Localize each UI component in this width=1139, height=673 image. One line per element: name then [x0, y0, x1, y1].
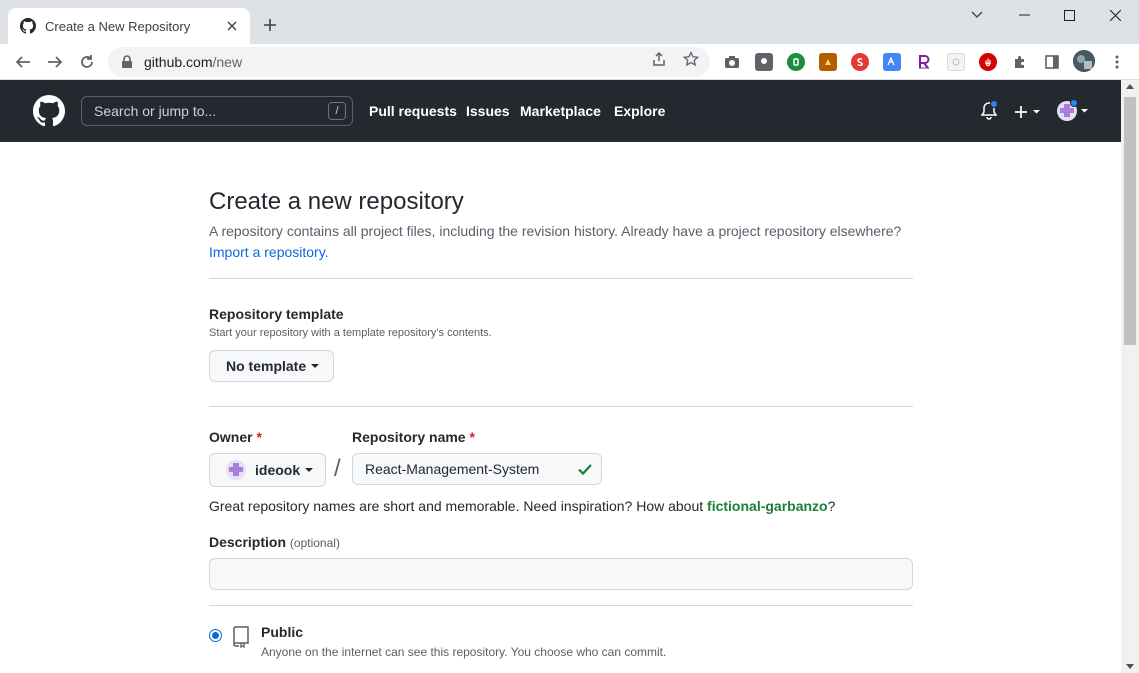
orange-extension-icon[interactable]	[819, 53, 837, 71]
owner-dropdown[interactable]: ideook	[209, 453, 326, 487]
github-icon	[20, 18, 36, 34]
scroll-thumb[interactable]	[1124, 97, 1136, 345]
caret-down-icon	[311, 364, 320, 368]
minimize-icon[interactable]	[1001, 0, 1047, 30]
close-tab-icon[interactable]	[224, 18, 240, 34]
bookmark-star-icon[interactable]	[683, 51, 699, 67]
page-scrollbar[interactable]	[1121, 80, 1139, 673]
nav-pull-requests[interactable]: Pull requests	[369, 103, 457, 119]
camera-extension-icon[interactable]	[723, 53, 741, 71]
search-shortcut-key: /	[328, 102, 346, 120]
page-title: Create a new repository	[209, 188, 464, 215]
profile-extension-icon[interactable]	[755, 53, 773, 71]
required-mark: *	[469, 429, 475, 445]
side-panel-icon[interactable]	[1043, 53, 1061, 71]
public-note: Anyone on the internet can see this repo…	[261, 645, 667, 659]
url-text: github.com/new	[144, 54, 243, 70]
lock-icon	[122, 55, 132, 68]
green-extension-icon[interactable]	[787, 53, 805, 71]
tab-title: Create a New Repository	[45, 18, 191, 34]
required-mark: *	[256, 429, 262, 445]
user-avatar-menu[interactable]	[1056, 99, 1090, 128]
maximize-icon[interactable]	[1046, 0, 1092, 30]
create-new-plus-icon[interactable]	[1014, 105, 1042, 124]
template-dropdown[interactable]: No template	[209, 350, 334, 382]
repo-name-value: React-Management-System	[365, 461, 540, 477]
repo-name-label: Repository name *	[352, 429, 475, 445]
divider	[209, 406, 913, 407]
nav-marketplace[interactable]: Marketplace	[520, 103, 601, 119]
divider	[209, 605, 913, 606]
repo-book-icon	[233, 626, 249, 648]
description-input[interactable]	[209, 558, 913, 590]
tab-search-icon[interactable]	[954, 0, 1000, 30]
browser-tab[interactable]: Create a New Repository	[8, 8, 250, 44]
owner-avatar	[226, 460, 246, 480]
scroll-up-arrow-icon[interactable]	[1126, 84, 1134, 89]
inspiration-text: Great repository names are short and mem…	[209, 498, 836, 514]
caret-down-icon	[305, 468, 314, 472]
address-bar[interactable]: github.com/new	[108, 47, 710, 77]
divider	[209, 278, 913, 279]
template-note: Start your repository with a template re…	[209, 327, 492, 339]
r-extension-icon[interactable]	[915, 53, 933, 71]
owner-value: ideook	[255, 462, 301, 478]
repo-name-input[interactable]: React-Management-System	[352, 453, 602, 485]
chrome-menu-icon[interactable]	[1108, 53, 1126, 71]
translate-extension-icon[interactable]	[883, 53, 901, 71]
search-placeholder: Search or jump to...	[94, 103, 217, 119]
import-repository-link[interactable]: Import a repository.	[209, 244, 329, 260]
red-s-extension-icon[interactable]	[851, 53, 869, 71]
global-search-input[interactable]: Search or jump to... /	[81, 96, 353, 126]
public-radio[interactable]	[209, 629, 222, 642]
scroll-down-arrow-icon[interactable]	[1126, 664, 1134, 669]
check-icon	[578, 464, 592, 476]
browser-tabstrip: Create a New Repository	[0, 0, 1139, 44]
nav-explore[interactable]: Explore	[614, 103, 665, 119]
public-label: Public	[261, 624, 304, 640]
description-label: Description (optional)	[209, 534, 340, 550]
share-icon[interactable]	[651, 51, 667, 67]
puzzle-extensions-icon[interactable]	[1011, 53, 1029, 71]
page-subtitle: A repository contains all project files,…	[209, 223, 902, 260]
chrome-profile-avatar[interactable]	[1073, 50, 1095, 72]
owner-label: Owner *	[209, 429, 262, 445]
notifications-bell-icon[interactable]	[980, 100, 998, 126]
suggested-name-link[interactable]: fictional-garbanzo	[707, 498, 828, 514]
browser-toolbar: github.com/new	[0, 44, 1139, 80]
reload-icon[interactable]	[73, 48, 101, 76]
template-value: No template	[226, 358, 307, 374]
github-logo-icon[interactable]	[33, 95, 65, 127]
github-header: Search or jump to... / Pull requests Iss…	[0, 80, 1121, 142]
window-close-icon[interactable]	[1092, 0, 1138, 30]
template-label: Repository template	[209, 306, 344, 322]
new-tab-icon[interactable]	[259, 14, 281, 36]
owner-repo-separator: /	[334, 455, 341, 482]
nav-issues[interactable]: Issues	[466, 103, 510, 119]
back-icon[interactable]	[9, 48, 37, 76]
forward-icon[interactable]	[41, 48, 69, 76]
adblock-extension-icon[interactable]	[979, 53, 997, 71]
grey-extension-icon[interactable]	[947, 53, 965, 71]
